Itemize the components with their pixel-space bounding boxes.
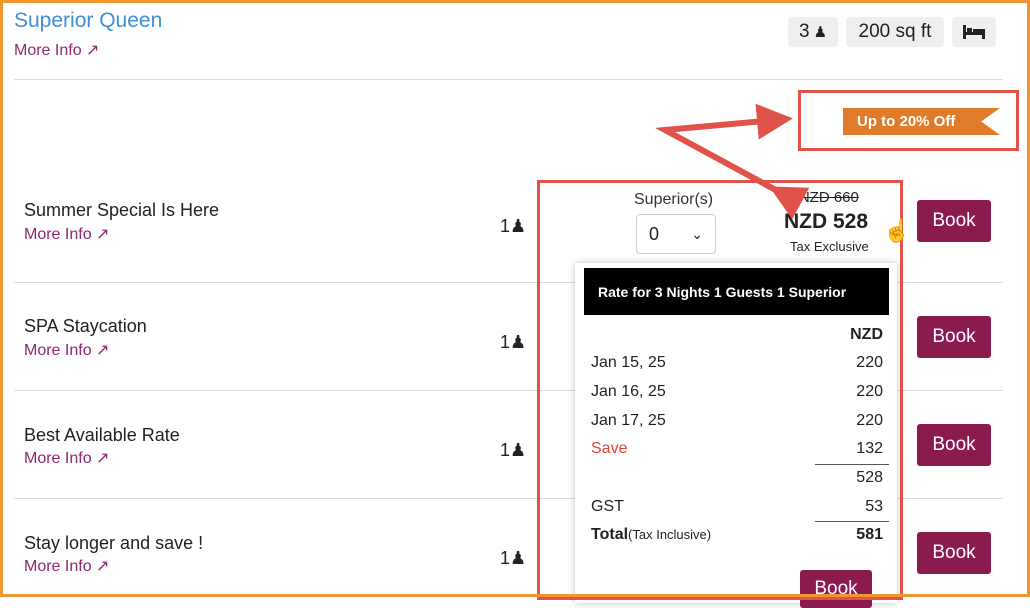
hand-cursor-icon: ☝ (883, 218, 911, 243)
annotation-arrow (654, 103, 810, 220)
